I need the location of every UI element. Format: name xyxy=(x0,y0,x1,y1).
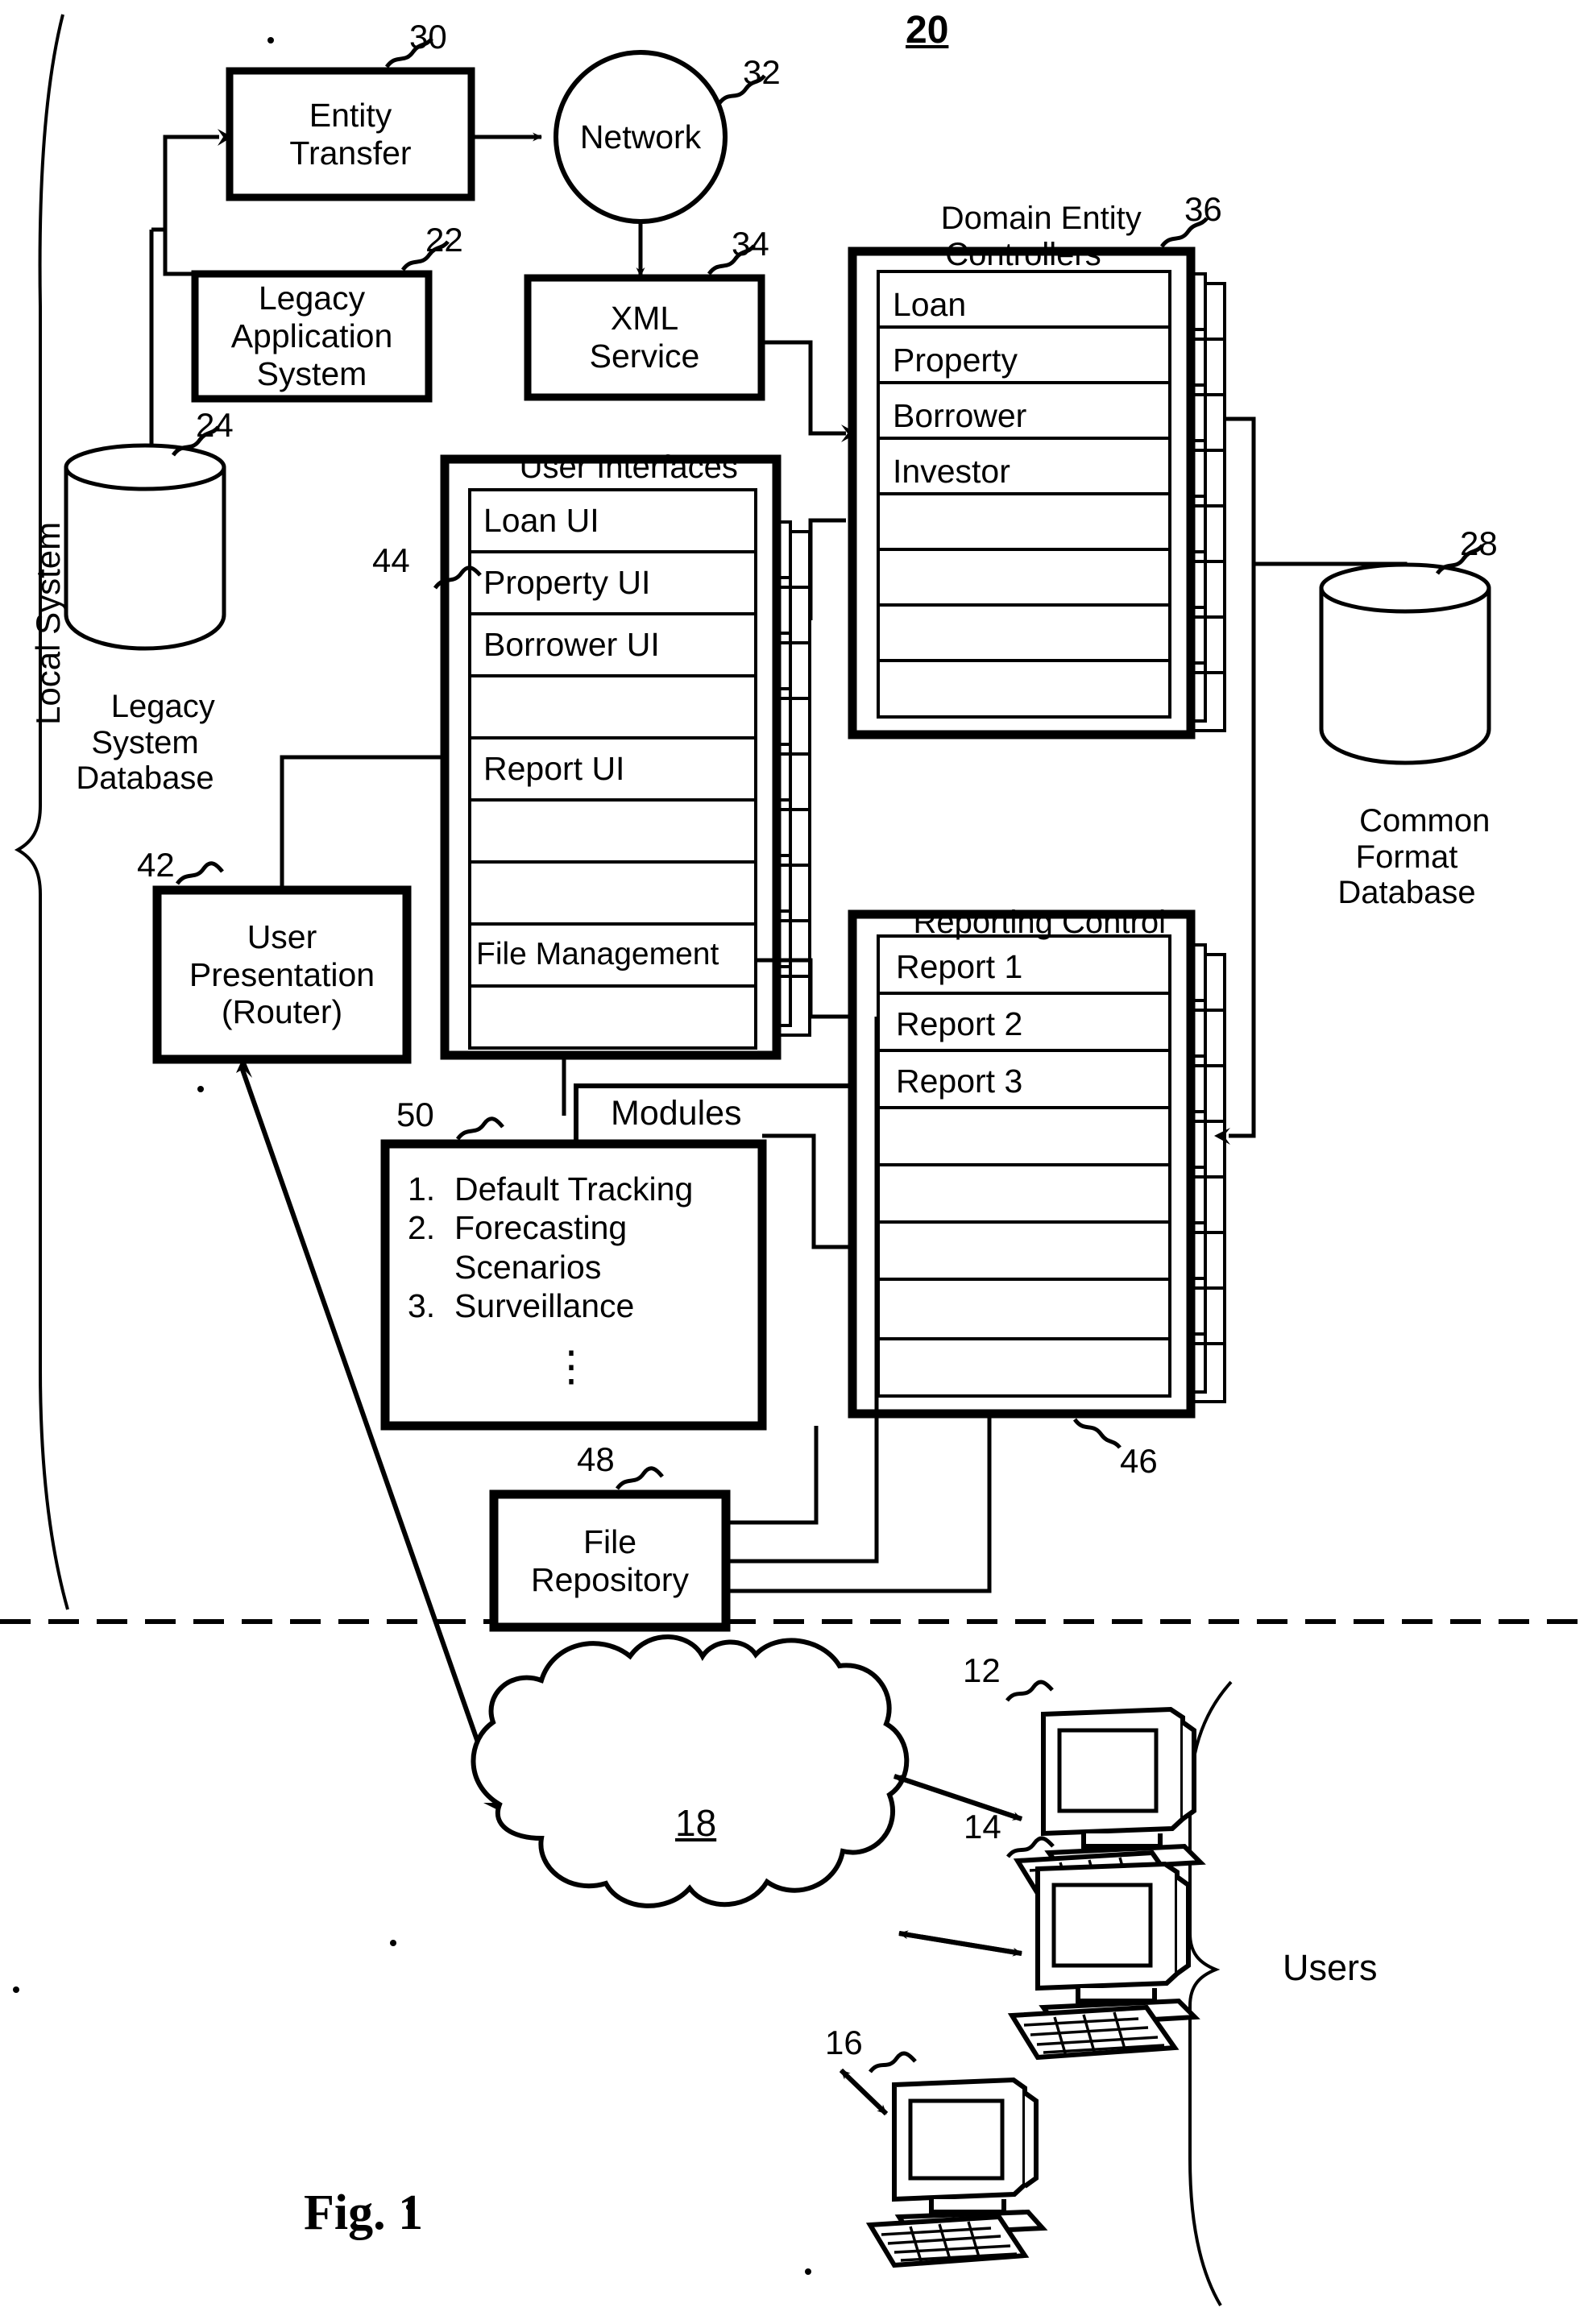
reporting-control-title-text: Reporting Control xyxy=(913,904,1166,940)
rc-row-0[interactable]: Report 1 xyxy=(896,951,1022,984)
module-item-3-number: 3. xyxy=(408,1287,436,1325)
ref-12: 12 xyxy=(963,1651,1001,1689)
legacy-application-system-label: Legacy Application System xyxy=(195,274,429,399)
figure-number-label: 20 xyxy=(906,9,949,52)
arrow-cloud-workstation-1 xyxy=(894,1774,1022,1821)
arrow-cloud-workstation-3 xyxy=(839,2068,889,2116)
ref-48: 48 xyxy=(577,1440,615,1478)
ref-16: 16 xyxy=(825,2024,863,2061)
network-label: Network xyxy=(556,114,725,159)
dec-row-0[interactable]: Loan xyxy=(893,288,966,321)
module-item-3[interactable]: 3. Surveillance xyxy=(408,1286,746,1325)
ref-36: 36 xyxy=(1184,190,1222,228)
xml-service-label: XML Service xyxy=(528,278,761,397)
ref-leader-42 xyxy=(175,861,224,885)
ref-30: 30 xyxy=(409,18,447,56)
dec-row-3[interactable]: Investor xyxy=(893,455,1010,488)
workstation-3-graphic xyxy=(892,2077,1048,2238)
rail-common-db-to-reporting-control xyxy=(1229,564,1256,1138)
ref-leader-50 xyxy=(455,1116,504,1141)
ref-24: 24 xyxy=(196,406,234,444)
file-repository-text: File Repository xyxy=(531,1522,689,1598)
module-item-3-label: Surveillance xyxy=(454,1287,635,1325)
rail-ui-stack-to-router xyxy=(280,755,445,890)
ref-22: 22 xyxy=(425,221,463,259)
ref-28: 28 xyxy=(1460,524,1498,562)
ref-14: 14 xyxy=(964,1808,1001,1846)
ref-leader-16 xyxy=(869,2051,917,2073)
dec-row-2[interactable]: Borrower xyxy=(893,400,1026,433)
workstation-2-graphic xyxy=(1035,1861,1200,2028)
legacy-system-database-text: Legacy System Database xyxy=(76,688,215,797)
legacy-system-database-label: Legacy System Database xyxy=(24,652,266,833)
module-item-0[interactable]: 1. Default Tracking xyxy=(408,1170,746,1208)
ref-leader-48 xyxy=(615,1466,664,1490)
rc-row-2[interactable]: Report 3 xyxy=(896,1065,1022,1098)
network-text: Network xyxy=(579,118,702,155)
ref-32: 32 xyxy=(743,53,781,91)
entity-transfer-label: Entity Transfer xyxy=(230,71,471,197)
figure-caption: Fig. 1 xyxy=(304,2185,424,2240)
common-format-database-cylinder xyxy=(1319,562,1491,765)
legacy-application-system-text: Legacy Application System xyxy=(230,280,393,392)
workstation-1-graphic xyxy=(1041,1706,1206,1874)
user-interfaces-title-text: User Interfaces xyxy=(519,449,738,485)
legacy-system-database-cylinder xyxy=(64,443,226,651)
ref-44: 44 xyxy=(372,541,410,579)
ref-46: 46 xyxy=(1120,1442,1158,1480)
module-item-0-number: 1. xyxy=(408,1170,436,1208)
common-format-database-text: Common Format Database xyxy=(1337,802,1491,911)
file-repository-label: File Repository xyxy=(494,1494,726,1627)
entity-transfer-text: Entity Transfer xyxy=(289,96,412,172)
ref-leader-46 xyxy=(1072,1418,1122,1449)
ui-row-4[interactable]: Report UI xyxy=(483,752,624,785)
rail-ui-stack-to-domain-controllers xyxy=(808,518,846,620)
rc-row-1[interactable]: Report 2 xyxy=(896,1008,1022,1041)
module-item-1[interactable]: 2. Forecasting xyxy=(408,1208,746,1247)
ref-42: 42 xyxy=(137,846,175,884)
ui-row-2[interactable]: Borrower UI xyxy=(483,628,660,661)
xml-service-text: XML Service xyxy=(589,300,700,375)
modules-title: Modules xyxy=(611,1094,742,1133)
module-item-1-label: Forecasting xyxy=(454,1209,628,1247)
user-presentation-router-text: User Presentation (Router) xyxy=(189,918,375,1031)
rail-reporting-control-to-file-repository xyxy=(728,1414,992,1593)
module-item-2[interactable]: Scenarios xyxy=(408,1248,746,1286)
ui-row-7[interactable]: File Management xyxy=(476,938,719,970)
ref-leader-12 xyxy=(1005,1680,1054,1702)
modules-list: 1. Default Tracking 2. Forecasting Scena… xyxy=(408,1170,746,1326)
dec-row-1[interactable]: Property xyxy=(893,344,1018,377)
users-label: Users xyxy=(1283,1947,1378,1988)
patent-figure-page: 20 Local System Users Entity Transfer 30… xyxy=(0,0,1588,2324)
ref-50: 50 xyxy=(396,1096,434,1133)
modules-continuation-ellipsis: ⋮ xyxy=(550,1344,594,1390)
rail-legacy-app-to-entity-transfer xyxy=(163,135,219,276)
module-item-0-label: Default Tracking xyxy=(454,1170,694,1208)
rail-modules-to-reporting-control xyxy=(762,1133,852,1249)
module-item-2-number xyxy=(408,1248,454,1286)
ref-34: 34 xyxy=(732,225,769,263)
ui-row-0[interactable]: Loan UI xyxy=(483,504,599,537)
ui-row-1[interactable]: Property UI xyxy=(483,566,650,599)
module-item-2-label: Scenarios xyxy=(454,1248,602,1286)
rail-domain-controllers-to-common-db xyxy=(1225,416,1408,585)
domain-entity-controllers-title-text: Domain Entity Controllers xyxy=(940,200,1142,272)
user-presentation-router-label: User Presentation (Router) xyxy=(157,890,407,1059)
internet-cloud-label: 18 xyxy=(675,1802,717,1844)
ref-leader-14 xyxy=(1006,1836,1055,1858)
module-item-1-number: 2. xyxy=(408,1209,436,1247)
common-format-database-label: Common Format Database xyxy=(1286,767,1528,947)
arrow-cloud-workstation-2 xyxy=(898,1930,1022,1957)
internet-cloud xyxy=(471,1634,910,1908)
